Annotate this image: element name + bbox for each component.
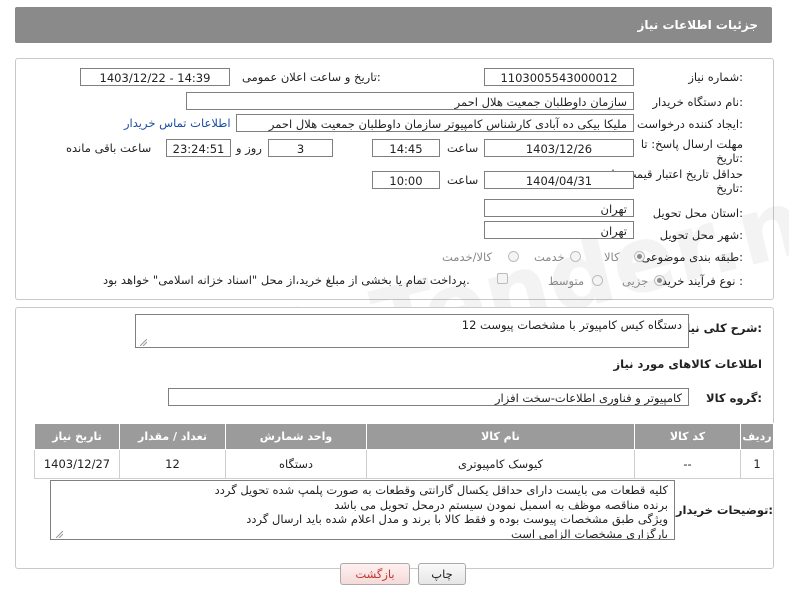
col-goods-code: کد کالا	[634, 423, 741, 450]
payment-note: پرداخت تمام یا بخشی از مبلغ خرید،از محل …	[103, 273, 470, 287]
process-radio-medium[interactable]	[592, 275, 603, 286]
validity-time-label: ساعت	[447, 173, 479, 187]
note-line: بارگزاری مشخصات الزامی است	[510, 526, 668, 540]
summary-field: 12 دستگاه کیس کامپیوتر با مشخصات پیوست	[135, 314, 689, 348]
cell-goods-name: کیوسک کامپیوتری	[366, 449, 635, 479]
creator-field: ملیکا بیکی ده آبادی کارشناس کامپیوتر ساز…	[236, 114, 634, 132]
goods-table: ردیف کد کالا نام کالا واحد شمارش تعداد /…	[34, 423, 774, 479]
buyer-org-label: نام دستگاه خریدار:	[652, 95, 743, 109]
need-number-field: 1103005543000012	[484, 68, 634, 86]
buyer-notes-field: کلیه قطعات می بایست دارای حداقل یکسال گا…	[50, 480, 675, 540]
category-option-service: خدمت	[534, 250, 565, 264]
buyer-notes-label: توضیحات خریدار:	[675, 503, 773, 517]
col-need-date: تاریخ نیاز	[34, 423, 120, 450]
process-option-medium: متوسط	[548, 274, 585, 288]
reply-deadline-label: مهلت ارسال پاسخ: تا	[640, 137, 743, 151]
note-line: برنده مناقصه موظف به اسمبل نمودن سیستم د…	[334, 497, 668, 512]
goods-group-field: کامپیوتر و فناوری اطلاعات-سخت افزار	[168, 388, 689, 406]
reply-deadline-label-2: تاریخ:	[716, 151, 743, 165]
need-number-label: شماره نیاز:	[688, 70, 743, 84]
back-button[interactable]: بازگشت	[340, 563, 410, 585]
reply-time-field: 14:45	[372, 139, 440, 157]
creator-label: ایجاد کننده درخواست:	[637, 117, 743, 131]
table-row: 1 -- کیوسک کامپیوتری دستگاه 12 1403/12/2…	[34, 449, 774, 479]
buyer-org-field: سازمان داوطلبان جمعیت هلال احمر	[186, 92, 634, 110]
note-line: ویژگی طبق مشخصات پیوست بوده و فقط کالا ب…	[246, 512, 668, 526]
payment-checkbox[interactable]	[497, 273, 508, 284]
cell-row-number: 1	[740, 449, 774, 479]
announce-label: تاریخ و ساعت اعلان عمومی:	[242, 70, 381, 84]
validity-date-field: 1404/04/31	[484, 171, 634, 189]
page-title: جزئیات اطلاعات نیاز	[637, 18, 758, 32]
col-row-number: ردیف	[740, 423, 774, 450]
category-option-goods: کالا	[604, 250, 620, 264]
category-radio-service[interactable]	[570, 251, 581, 262]
page-header: جزئیات اطلاعات نیاز	[15, 7, 772, 43]
table-header-row: ردیف کد کالا نام کالا واحد شمارش تعداد /…	[34, 423, 774, 450]
contact-info-link[interactable]: اطلاعات تماس خریدار	[124, 116, 231, 130]
validity-time-field: 10:00	[372, 171, 440, 189]
announce-field: 1403/12/22 - 14:39	[80, 68, 230, 86]
cell-goods-code: --	[634, 449, 741, 479]
process-option-minor: جزیی	[622, 274, 649, 288]
reply-date-field: 1403/12/26	[484, 139, 634, 157]
category-option-both: کالا/خدمت	[442, 250, 493, 264]
category-radio-both[interactable]	[508, 251, 519, 262]
resize-handle-icon[interactable]	[140, 339, 147, 346]
city-label: شهر محل تحویل:	[659, 228, 743, 242]
remaining-label: ساعت باقی مانده	[66, 141, 152, 155]
province-label: استان محل تحویل:	[652, 206, 743, 220]
summary-label: شرح کلی نیاز:	[679, 321, 762, 335]
city-field: تهران	[484, 221, 634, 239]
reply-time-label: ساعت	[447, 141, 479, 155]
note-line: کلیه قطعات می بایست دارای حداقل یکسال گا…	[214, 483, 668, 497]
col-quantity: تعداد / مقدار	[119, 423, 226, 450]
cell-unit: دستگاه	[225, 449, 367, 479]
goods-info-title: اطلاعات کالاهای مورد نیاز	[613, 357, 762, 371]
col-unit: واحد شمارش	[225, 423, 367, 450]
process-label: نوع فرآیند خرید :	[661, 274, 743, 288]
cell-quantity: 12	[119, 449, 226, 479]
cell-need-date: 1403/12/27	[34, 449, 120, 479]
process-radio-minor[interactable]	[654, 275, 665, 286]
days-field: 3	[268, 139, 333, 157]
notes-resize-handle-icon[interactable]	[56, 531, 63, 538]
category-radio-goods[interactable]	[634, 251, 645, 262]
validity-label-2: تاریخ:	[716, 181, 743, 195]
days-label: روز و	[236, 141, 262, 155]
goods-group-label: گروه کالا:	[706, 391, 762, 405]
province-field: تهران	[484, 199, 634, 217]
remaining-time-field: 23:24:51	[166, 139, 231, 157]
category-label: طبقه بندی موضوعی:	[641, 250, 743, 264]
col-goods-name: نام کالا	[366, 423, 635, 450]
print-button[interactable]: چاپ	[418, 563, 466, 585]
